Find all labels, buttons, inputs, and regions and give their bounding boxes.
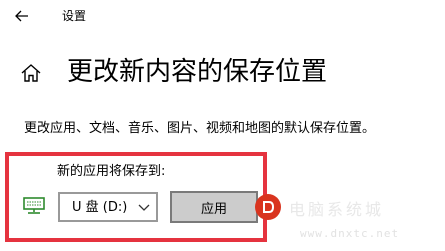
app-title: 设置 [62,9,87,23]
new-apps-save-label: 新的应用将保存到: [57,164,166,179]
chevron-down-icon [138,204,150,211]
watermark-logo [255,194,281,220]
dropdown-selected-value: U 盘 (D:) [72,200,128,215]
page-description: 更改应用、文档、音乐、图片、视频和地图的默认保存位置。 [24,121,376,136]
save-location-dropdown[interactable]: U 盘 (D:) [58,192,158,222]
title-bar: 设置 [0,0,445,34]
watermark-text: 电脑系统城 [289,200,385,219]
arrow-left-icon [15,10,28,22]
home-icon [21,64,41,82]
back-button[interactable] [12,6,32,26]
monitor-icon [23,197,45,214]
page-title: 更改新内容的保存位置 [67,57,328,87]
watermark-url: www.dnxtc.net [300,227,400,240]
apply-button[interactable]: 应用 [170,191,258,223]
